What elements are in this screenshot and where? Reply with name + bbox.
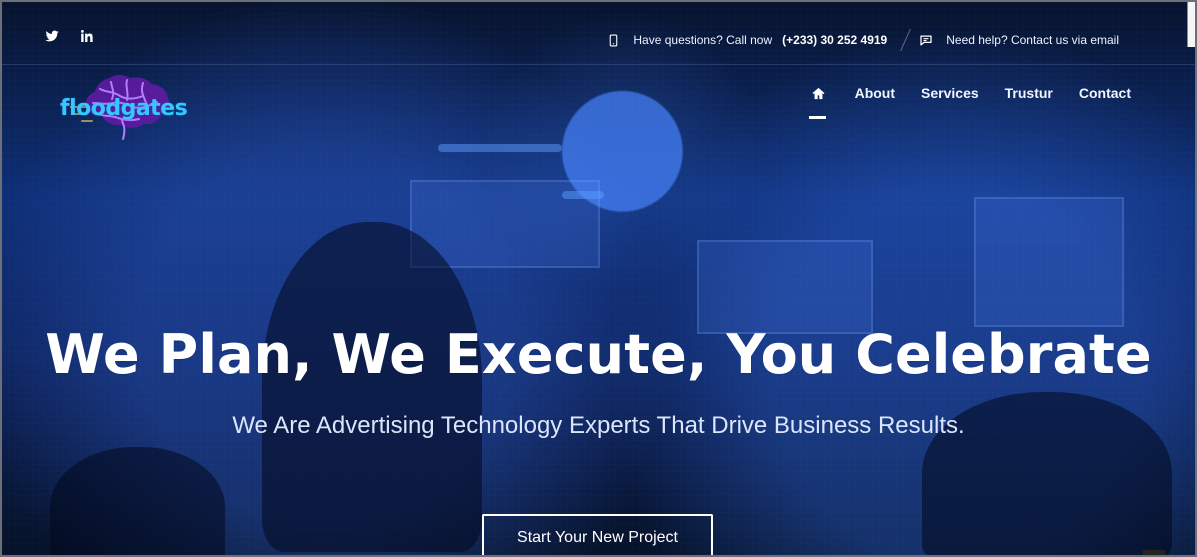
- phone-contact: Have questions? Call now (+233) 30 252 4…: [603, 30, 887, 50]
- phone-label: Have questions? Call now: [633, 33, 773, 47]
- top-bar: Have questions? Call now (+233) 30 252 4…: [2, 2, 1195, 65]
- background-screen: [410, 180, 600, 268]
- hero-section: We Plan, We Execute, You Celebrate We Ar…: [2, 323, 1195, 442]
- landing-page: Have questions? Call now (+233) 30 252 4…: [0, 0, 1197, 557]
- social-links: [42, 26, 96, 46]
- logo-text: floodgates: [60, 96, 188, 121]
- hero-subtitle: We Are Advertising Technology Experts Th…: [232, 412, 965, 439]
- start-project-button[interactable]: Start Your New Project: [482, 514, 713, 555]
- main-navigation: About Services Trustur Contact: [808, 82, 1131, 119]
- email-help: Need help? Contact us via email: [916, 30, 1119, 50]
- hero-title: We Plan, We Execute, You Celebrate: [45, 323, 1152, 386]
- background-screen: [974, 197, 1124, 327]
- chat-icon: [916, 30, 936, 50]
- contact-separator: [900, 28, 912, 52]
- background-screen: [697, 240, 873, 334]
- background-person: [50, 447, 225, 555]
- scrollbar-thumb[interactable]: [1187, 2, 1195, 47]
- nav-about[interactable]: About: [855, 82, 895, 104]
- desk-light: [562, 191, 604, 199]
- email-help-link[interactable]: Need help? Contact us via email: [946, 33, 1119, 47]
- floodgates-logo[interactable]: floodgates: [60, 72, 196, 146]
- phone-number[interactable]: (+233) 30 252 4919: [782, 33, 887, 47]
- nav-trustur[interactable]: Trustur: [1005, 82, 1053, 104]
- corner-indicator: [1143, 550, 1165, 555]
- twitter-icon[interactable]: [42, 26, 62, 46]
- home-icon: [809, 83, 829, 103]
- desk-light: [438, 144, 562, 152]
- phone-icon: [603, 30, 623, 50]
- linkedin-icon[interactable]: [76, 26, 96, 46]
- nav-home[interactable]: [808, 82, 829, 119]
- contact-strip: Have questions? Call now (+233) 30 252 4…: [603, 28, 1119, 52]
- nav-services[interactable]: Services: [921, 82, 979, 104]
- nav-contact[interactable]: Contact: [1079, 82, 1131, 104]
